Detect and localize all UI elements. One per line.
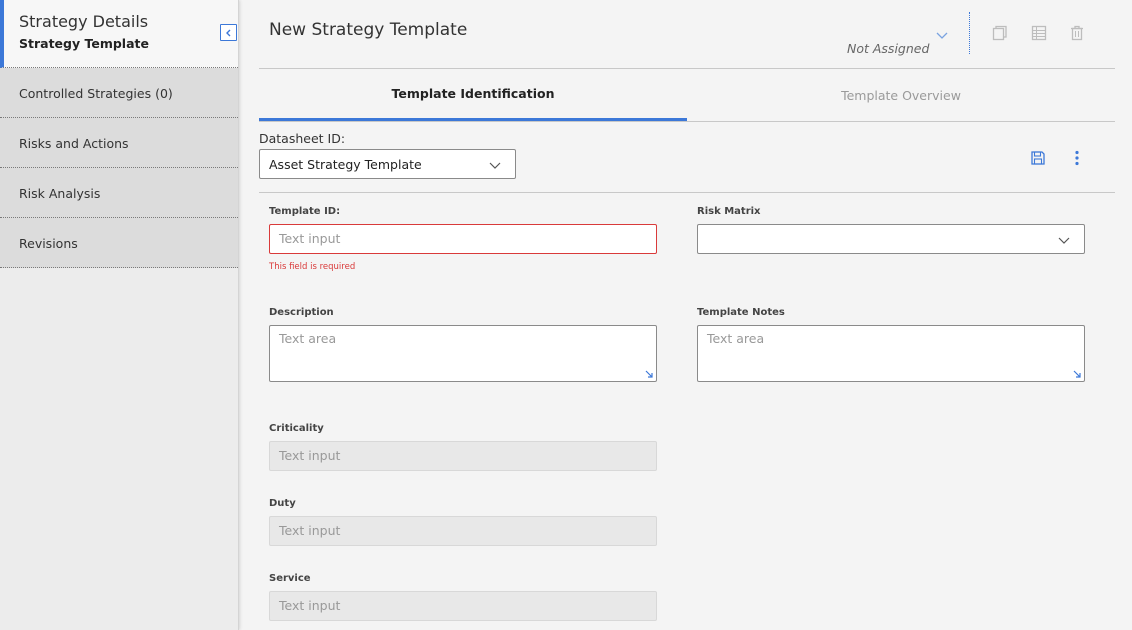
risk-matrix-select[interactable] <box>697 224 1085 254</box>
template-id-label: Template ID: <box>269 206 341 217</box>
sidebar-header: Strategy Details Strategy Template <box>0 0 238 68</box>
duty-input: Text input <box>269 516 657 546</box>
template-id-error: This field is required <box>269 262 356 272</box>
criticality-input: Text input <box>269 441 657 471</box>
datasheet-row: Datasheet ID: Asset Strategy Template <box>259 122 1115 193</box>
template-notes-label: Template Notes <box>697 307 785 318</box>
app: Strategy Details Strategy Template Contr… <box>0 0 1132 630</box>
description-textarea[interactable]: Text area <box>269 325 657 382</box>
template-id-input[interactable]: Text input <box>269 224 657 254</box>
sidebar-subtitle: Strategy Template <box>19 36 149 51</box>
grid-icon[interactable] <box>1030 24 1048 42</box>
save-icon[interactable] <box>1030 150 1046 166</box>
template-form: Template ID: Text input This field is re… <box>259 193 1115 630</box>
sidebar-item-controlled-strategies[interactable]: Controlled Strategies (0) <box>0 68 238 118</box>
state-label[interactable]: Not Assigned <box>847 41 929 56</box>
datasheet-value: Asset Strategy Template <box>269 157 422 172</box>
chevron-down-icon[interactable] <box>935 28 949 42</box>
page-title: New Strategy Template <box>269 20 468 40</box>
resize-handle-icon[interactable] <box>1072 369 1082 379</box>
chevron-down-icon <box>489 162 501 169</box>
template-notes-textarea[interactable]: Text area <box>697 325 1085 382</box>
service-label: Service <box>269 573 311 584</box>
datasheet-label: Datasheet ID: <box>259 131 346 146</box>
criticality-label: Criticality <box>269 423 324 434</box>
sidebar: Strategy Details Strategy Template Contr… <box>0 0 239 630</box>
duty-label: Duty <box>269 498 296 509</box>
more-vertical-icon[interactable] <box>1074 150 1080 166</box>
datasheet-select[interactable]: Asset Strategy Template <box>259 149 516 179</box>
toolbar-divider <box>969 12 970 54</box>
sidebar-item-risks-and-actions[interactable]: Risks and Actions <box>0 118 238 168</box>
sidebar-item-revisions[interactable]: Revisions <box>0 218 238 268</box>
description-placeholder: Text area <box>279 331 337 346</box>
sidebar-title: Strategy Details <box>19 12 149 31</box>
page-header: New Strategy Template Not Assigned <box>259 0 1115 69</box>
tab-template-identification[interactable]: Template Identification <box>259 69 687 121</box>
sidebar-item-risk-analysis[interactable]: Risk Analysis <box>0 168 238 218</box>
description-label: Description <box>269 307 334 318</box>
trash-icon[interactable] <box>1068 24 1086 42</box>
copy-icon[interactable] <box>991 24 1009 42</box>
resize-handle-icon[interactable] <box>644 369 654 379</box>
tab-bar: Template Identification Template Overvie… <box>259 69 1115 122</box>
template-notes-placeholder: Text area <box>707 331 765 346</box>
service-input: Text input <box>269 591 657 621</box>
collapse-left-icon[interactable] <box>220 24 237 41</box>
risk-matrix-label: Risk Matrix <box>697 206 761 217</box>
main-panel: New Strategy Template Not Assigned Templ… <box>259 0 1115 630</box>
chevron-down-icon <box>1058 237 1070 244</box>
tab-template-overview[interactable]: Template Overview <box>687 69 1115 122</box>
